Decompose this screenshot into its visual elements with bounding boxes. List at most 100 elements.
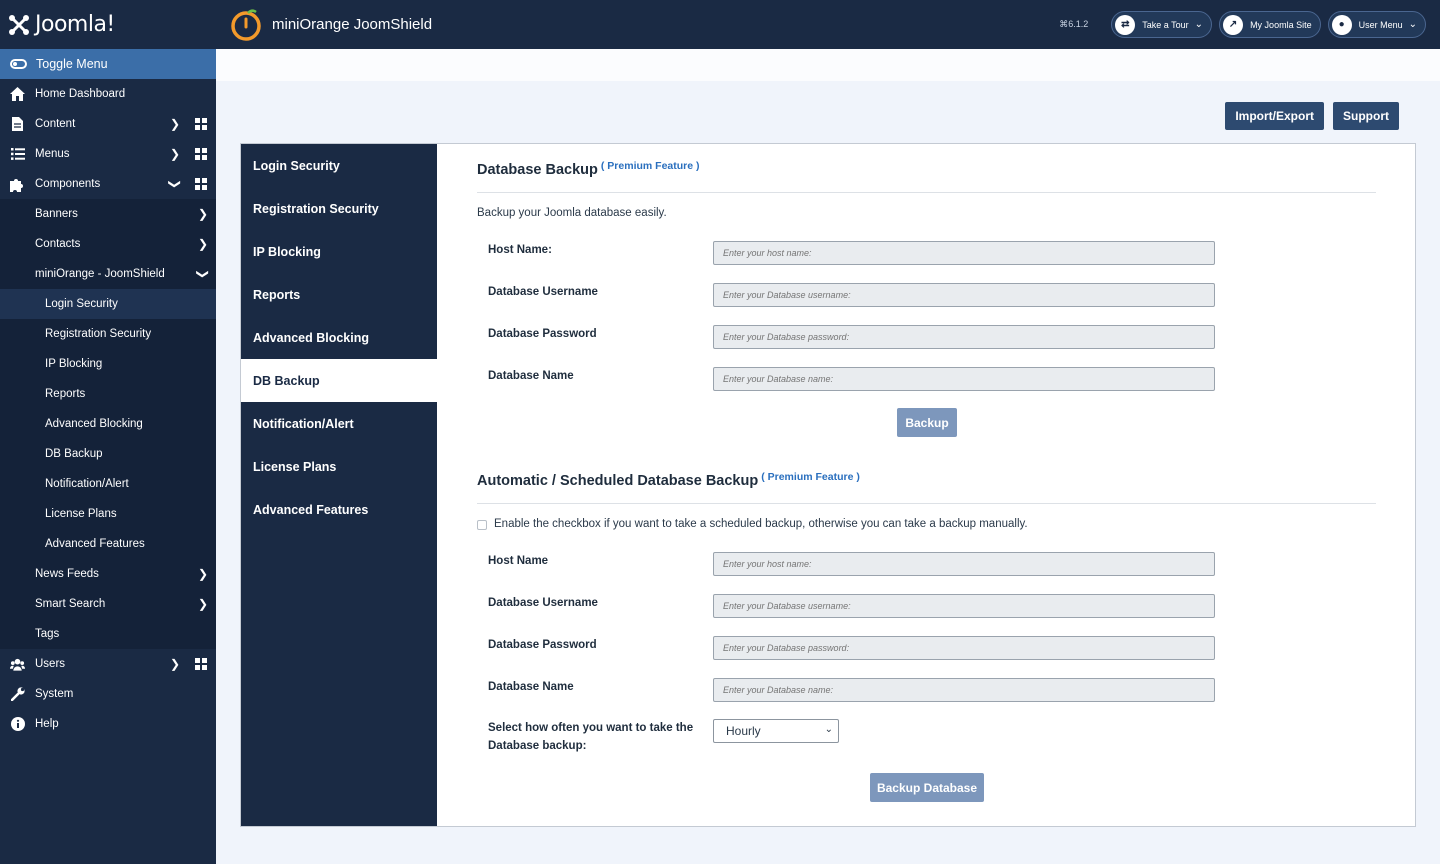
divider [477, 192, 1376, 193]
tab-license-plans[interactable]: License Plans [241, 445, 437, 488]
sidebar-item-label: Notification/Alert [45, 478, 129, 490]
scheduled-backup-checkbox[interactable] [477, 520, 487, 530]
sidebar-item-contacts[interactable]: Contacts ❯ [0, 229, 216, 259]
scheduled-title: Automatic / Scheduled Database Backup [477, 473, 759, 489]
toggle-menu[interactable]: Toggle Menu [0, 49, 216, 79]
tab-login-security[interactable]: Login Security [241, 144, 437, 187]
chevron-right-icon[interactable]: ❯ [170, 657, 180, 671]
sidebar-item-label: Login Security [45, 298, 118, 310]
sidebar-item-label: Banners [35, 208, 78, 220]
frequency-value: Hourly [726, 724, 761, 738]
feature-tabs: Login Security Registration Security IP … [241, 144, 437, 826]
chevron-right-icon[interactable]: ❯ [198, 207, 208, 221]
db-username-label: Database Username [488, 286, 598, 298]
backup-description: Backup your Joomla database easily. [477, 207, 667, 219]
sidebar-item-login-security[interactable]: Login Security [0, 289, 216, 319]
scheduled-backup-checkbox-label: Enable the checkbox if you want to take … [494, 518, 1028, 530]
sidebar-item-advanced-blocking[interactable]: Advanced Blocking [0, 409, 216, 439]
sidebar-item-users[interactable]: Users ❯ [0, 649, 216, 679]
sidebar-item-system[interactable]: System [0, 679, 216, 709]
sidebar-item-label: miniOrange - JoomShield [35, 268, 165, 280]
db-username-input[interactable] [713, 283, 1215, 307]
sidebar-item-menus[interactable]: Menus ❯ [0, 139, 216, 169]
backup-database-button[interactable]: Backup Database [870, 773, 984, 802]
sidebar-item-ip-blocking[interactable]: IP Blocking [0, 349, 216, 379]
version-badge: ⌘6.1.2 [1059, 19, 1089, 29]
tab-ip-blocking[interactable]: IP Blocking [241, 230, 437, 273]
section-title: Database Backup( Premium Feature ) [477, 160, 700, 178]
chevron-right-icon[interactable]: ❯ [198, 237, 208, 251]
host-name-input[interactable] [713, 241, 1215, 265]
sidebar-item-registration-security[interactable]: Registration Security [0, 319, 216, 349]
take-tour-button[interactable]: ⇄ Take a Tour ⌄ [1111, 11, 1213, 38]
sidebar-item-content[interactable]: Content ❯ [0, 109, 216, 139]
sidebar: Joomla! Toggle Menu Home Dashboard Conte… [0, 0, 216, 864]
support-button[interactable]: Support [1333, 102, 1399, 130]
sidebar-item-smart-search[interactable]: Smart Search ❯ [0, 589, 216, 619]
premium-badge: ( Premium Feature ) [761, 471, 860, 483]
chevron-right-icon[interactable]: ❯ [170, 147, 180, 161]
sidebar-item-label: News Feeds [35, 568, 99, 580]
chevron-right-icon[interactable]: ❯ [198, 567, 208, 581]
sidebar-item-news-feeds[interactable]: News Feeds ❯ [0, 559, 216, 589]
user-menu-button[interactable]: ● User Menu ⌄ [1327, 11, 1426, 38]
tab-notification-alert[interactable]: Notification/Alert [241, 402, 437, 445]
db-password-input[interactable] [713, 325, 1215, 349]
main-panel: Login Security Registration Security IP … [240, 143, 1416, 827]
sidebar-item-tags[interactable]: Tags [0, 619, 216, 649]
my-joomla-site-label: My Joomla Site [1250, 19, 1312, 30]
sidebar-item-label: Reports [45, 388, 86, 400]
scheduled-db-name-input[interactable] [713, 678, 1215, 702]
chevron-right-icon[interactable]: ❯ [198, 597, 208, 611]
wrench-icon [10, 687, 25, 702]
sidebar-item-banners[interactable]: Banners ❯ [0, 199, 216, 229]
header-actions: ⌘6.1.2 ⇄ Take a Tour ⌄ ↗ My Joomla Site … [1059, 11, 1426, 38]
dashboard-grid-icon[interactable] [195, 148, 207, 160]
dashboard-grid-icon[interactable] [195, 178, 207, 190]
sidebar-item-license-plans[interactable]: License Plans [0, 499, 216, 529]
dashboard-grid-icon[interactable] [195, 118, 207, 130]
sidebar-item-help[interactable]: Help [0, 709, 216, 739]
user-icon: ● [1331, 14, 1352, 35]
tab-db-backup[interactable]: DB Backup [241, 359, 437, 402]
my-joomla-site-button[interactable]: ↗ My Joomla Site [1219, 11, 1321, 38]
tab-advanced-blocking[interactable]: Advanced Blocking [241, 316, 437, 359]
sidebar-item-label: Users [35, 658, 66, 670]
scheduled-db-password-input[interactable] [713, 636, 1215, 660]
sidebar-item-joomshield[interactable]: miniOrange - JoomShield ❯ [0, 259, 216, 289]
sidebar-item-label: Tags [35, 628, 60, 640]
chevron-down-icon[interactable]: ❯ [196, 269, 210, 279]
joomshield-submenu: Login Security Registration Security IP … [0, 289, 216, 559]
frequency-select[interactable]: Hourly ⌄ [713, 719, 839, 743]
sidebar-item-label: Home Dashboard [35, 88, 126, 100]
dashboard-grid-icon[interactable] [195, 658, 207, 670]
divider [477, 503, 1376, 504]
db-name-input[interactable] [713, 367, 1215, 391]
sidebar-item-reports[interactable]: Reports [0, 379, 216, 409]
sidebar-item-components[interactable]: Components ❯ [0, 169, 216, 199]
chevron-right-icon[interactable]: ❯ [170, 117, 180, 131]
info-icon [10, 717, 25, 732]
toggle-menu-label: Toggle Menu [36, 57, 108, 71]
tab-advanced-features[interactable]: Advanced Features [241, 488, 437, 531]
sidebar-item-notification-alert[interactable]: Notification/Alert [0, 469, 216, 499]
backup-button[interactable]: Backup [897, 408, 957, 437]
import-export-button[interactable]: Import/Export [1225, 102, 1324, 130]
sidebar-item-advanced-features[interactable]: Advanced Features [0, 529, 216, 559]
external-link-icon: ↗ [1223, 14, 1244, 35]
tab-registration-security[interactable]: Registration Security [241, 187, 437, 230]
components-submenu: Banners ❯ Contacts ❯ miniOrange - JoomSh… [0, 199, 216, 649]
brand[interactable]: Joomla! [0, 0, 216, 49]
toggle-icon [10, 59, 27, 69]
sidebar-item-db-backup[interactable]: DB Backup [0, 439, 216, 469]
chevron-down-icon[interactable]: ❯ [168, 179, 182, 189]
section-title: Automatic / Scheduled Database Backup( P… [477, 471, 860, 489]
premium-badge: ( Premium Feature ) [600, 160, 700, 172]
tab-reports[interactable]: Reports [241, 273, 437, 316]
scheduled-db-username-input[interactable] [713, 594, 1215, 618]
host-name-label: Host Name [488, 555, 549, 567]
db-username-label: Database Username [488, 597, 598, 609]
page-title: miniOrange JoomShield [272, 16, 433, 33]
scheduled-host-name-input[interactable] [713, 552, 1215, 576]
sidebar-item-home[interactable]: Home Dashboard [0, 79, 216, 109]
